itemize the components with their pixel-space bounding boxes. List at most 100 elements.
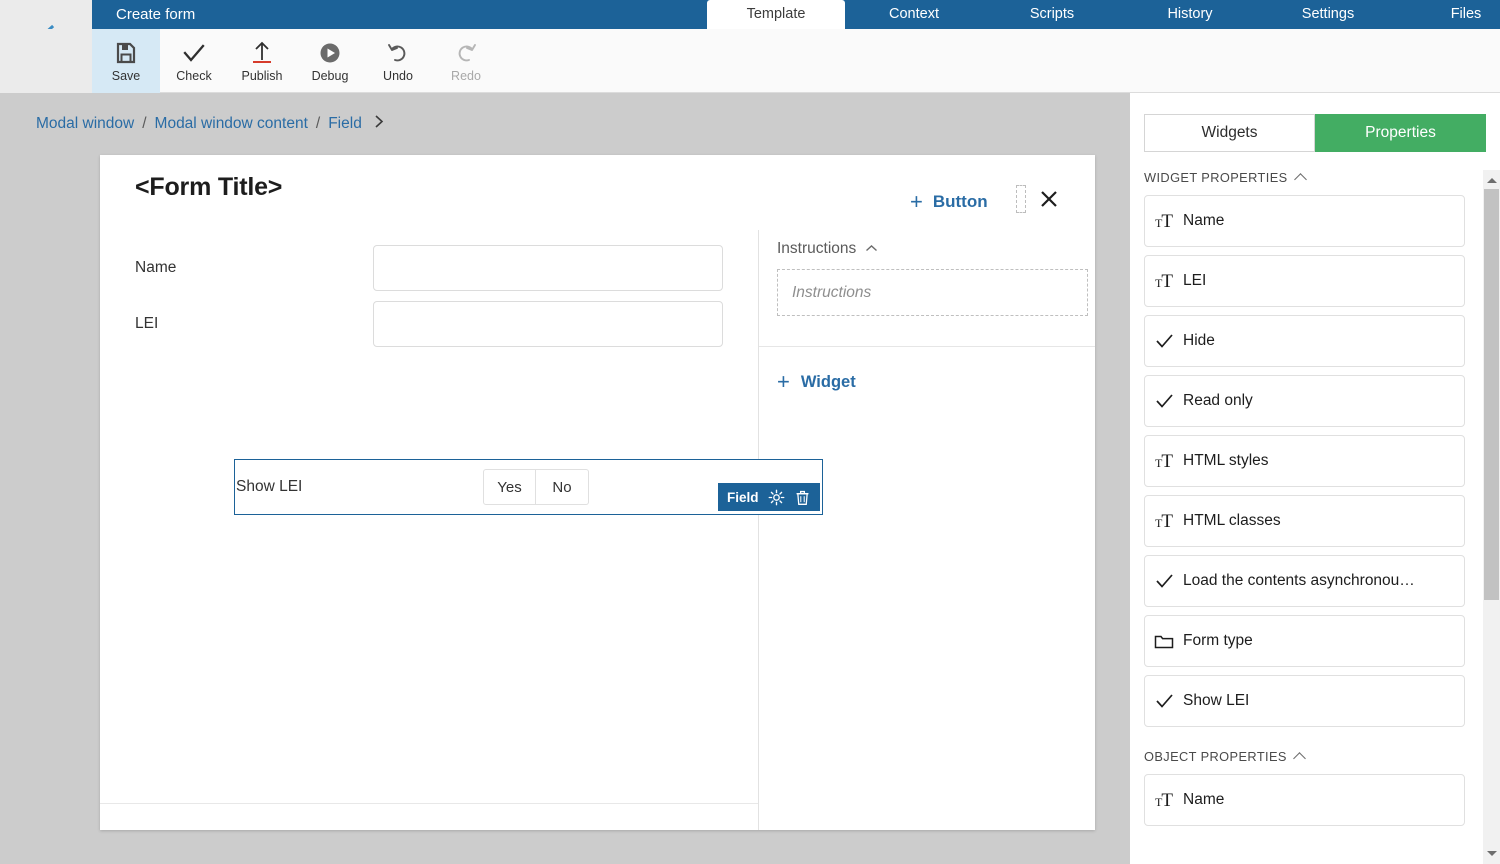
add-widget-control[interactable]: + Widget (777, 371, 856, 393)
field-selection-toolbar: Field (718, 483, 820, 511)
instructions-header[interactable]: Instructions (777, 240, 1095, 258)
checkmark-icon (1145, 393, 1183, 409)
check-label: Check (176, 68, 212, 83)
checkmark-icon (1145, 333, 1183, 349)
action-toolbar: Save Check Publish Debug Undo Redo (0, 29, 1500, 93)
property-item-show-lei[interactable]: Show LEI (1144, 675, 1465, 727)
top-header-bar: Create form Template Context Scripts His… (0, 0, 1500, 29)
chevron-up-icon[interactable] (1293, 173, 1307, 186)
property-item-html-styles[interactable]: TT HTML styles (1144, 435, 1465, 487)
gear-icon[interactable] (768, 489, 785, 506)
checkmark-icon (1145, 573, 1183, 589)
yes-option[interactable]: Yes (483, 469, 536, 505)
field-label-lei: LEI (135, 315, 159, 332)
debug-label: Debug (311, 68, 349, 83)
instructions-dropzone[interactable]: Instructions (777, 269, 1088, 316)
group-header-widget-properties[interactable]: WIDGET PROPERTIES (1144, 170, 1500, 186)
property-label: Name (1183, 212, 1225, 229)
chevron-up-icon[interactable] (865, 240, 878, 258)
tab-template[interactable]: Template (707, 0, 845, 29)
property-item-lei[interactable]: TT LEI (1144, 255, 1465, 307)
add-widget-label: Widget (800, 372, 856, 391)
properties-scroll-area: WIDGET PROPERTIES TT Name TT LEI Hide Re… (1130, 170, 1500, 864)
right-column-divider (759, 346, 1095, 347)
no-option[interactable]: No (536, 469, 589, 505)
upload-arrow-icon (249, 40, 275, 66)
undo-label: Undo (383, 68, 413, 83)
text-type-icon: TT (1155, 510, 1173, 532)
property-label: Show LEI (1183, 692, 1250, 709)
breadcrumb-item-modal-window-content[interactable]: Modal window content (155, 115, 308, 133)
property-label: Form type (1183, 632, 1253, 649)
text-type-icon: TT (1155, 210, 1173, 232)
publish-button[interactable]: Publish (228, 29, 296, 93)
properties-sidebar: Widgets Properties WIDGET PROPERTIES TT … (1130, 93, 1500, 864)
tab-history[interactable]: History (1121, 0, 1259, 29)
undo-button[interactable]: Undo (364, 29, 432, 93)
property-item-form-type[interactable]: Form type (1144, 615, 1465, 667)
property-item-read-only[interactable]: Read only (1144, 375, 1465, 427)
group-title: OBJECT PROPERTIES (1144, 749, 1287, 764)
form-field-row: Name (135, 245, 723, 291)
plus-icon: + (777, 369, 790, 394)
undo-arrow-icon (385, 40, 411, 66)
redo-button[interactable]: Redo (432, 29, 500, 93)
field-label-name: Name (135, 259, 177, 276)
breadcrumb: Modal window / Modal window content / Fi… (36, 114, 385, 133)
tab-settings[interactable]: Settings (1259, 0, 1397, 29)
checkmark-icon (1145, 693, 1183, 709)
redo-arrow-icon (453, 40, 479, 66)
scroll-up-arrow-icon[interactable] (1484, 172, 1499, 188)
chevron-right-icon[interactable] (374, 114, 385, 133)
property-label: Read only (1183, 392, 1253, 409)
app-title: Create form (116, 6, 196, 23)
tab-properties[interactable]: Properties (1315, 114, 1486, 152)
publish-label: Publish (241, 68, 283, 83)
sidebar-tab-bar: Widgets Properties (1144, 114, 1486, 152)
tab-scripts[interactable]: Scripts (983, 0, 1121, 29)
redo-label: Redo (451, 68, 481, 83)
check-button[interactable]: Check (160, 29, 228, 93)
tab-widgets[interactable]: Widgets (1144, 114, 1315, 152)
text-type-icon: TT (1155, 270, 1173, 292)
folder-icon (1145, 633, 1183, 650)
instructions-section-label: Instructions (777, 240, 857, 257)
field-label-show-lei: Show LEI (236, 478, 303, 495)
save-button[interactable]: Save (92, 29, 160, 93)
main-tab-bar: Template Context Scripts History Setting… (707, 0, 1500, 29)
save-label: Save (111, 68, 141, 83)
toolbar-buttons: Save Check Publish Debug Undo Redo (92, 29, 500, 93)
toolbar-left-spacer (0, 29, 92, 93)
group-header-object-properties[interactable]: OBJECT PROPERTIES (1144, 749, 1500, 765)
property-item-load-contents-async[interactable]: Load the contents asynchronou… (1144, 555, 1465, 607)
breadcrumb-separator: / (142, 114, 147, 132)
text-type-icon: TT (1155, 789, 1173, 811)
floppy-disk-icon (113, 40, 139, 66)
chevron-up-icon[interactable] (1293, 752, 1306, 765)
form-preview-panel: <Form Title> + Button Name LEI Show LEI … (100, 155, 1095, 830)
field-badge-label: Field (727, 489, 759, 505)
design-canvas: Modal window / Modal window content / Fi… (0, 93, 1130, 864)
trash-icon[interactable] (794, 489, 811, 506)
breadcrumb-item-field[interactable]: Field (328, 115, 362, 133)
form-field-row: LEI (135, 301, 723, 347)
property-label: Hide (1183, 332, 1215, 349)
property-item-html-classes[interactable]: TT HTML classes (1144, 495, 1465, 547)
breadcrumb-item-modal-window[interactable]: Modal window (36, 115, 134, 133)
yes-no-toggle-group: Yes No (483, 469, 589, 505)
tab-context[interactable]: Context (845, 0, 983, 29)
scroll-down-arrow-icon[interactable] (1484, 845, 1499, 861)
property-label: HTML classes (1183, 512, 1281, 529)
property-item-name[interactable]: TT Name (1144, 195, 1465, 247)
name-input[interactable] (373, 245, 723, 291)
tab-files[interactable]: Files (1397, 0, 1500, 29)
checkmark-icon (181, 40, 207, 66)
property-item-hide[interactable]: Hide (1144, 315, 1465, 367)
sidebar-scrollbar-thumb[interactable] (1484, 189, 1499, 600)
object-property-item-name[interactable]: TT Name (1144, 774, 1465, 826)
property-label: HTML styles (1183, 452, 1269, 469)
breadcrumb-separator: / (315, 114, 321, 132)
lei-input[interactable] (373, 301, 723, 347)
debug-button[interactable]: Debug (296, 29, 364, 93)
